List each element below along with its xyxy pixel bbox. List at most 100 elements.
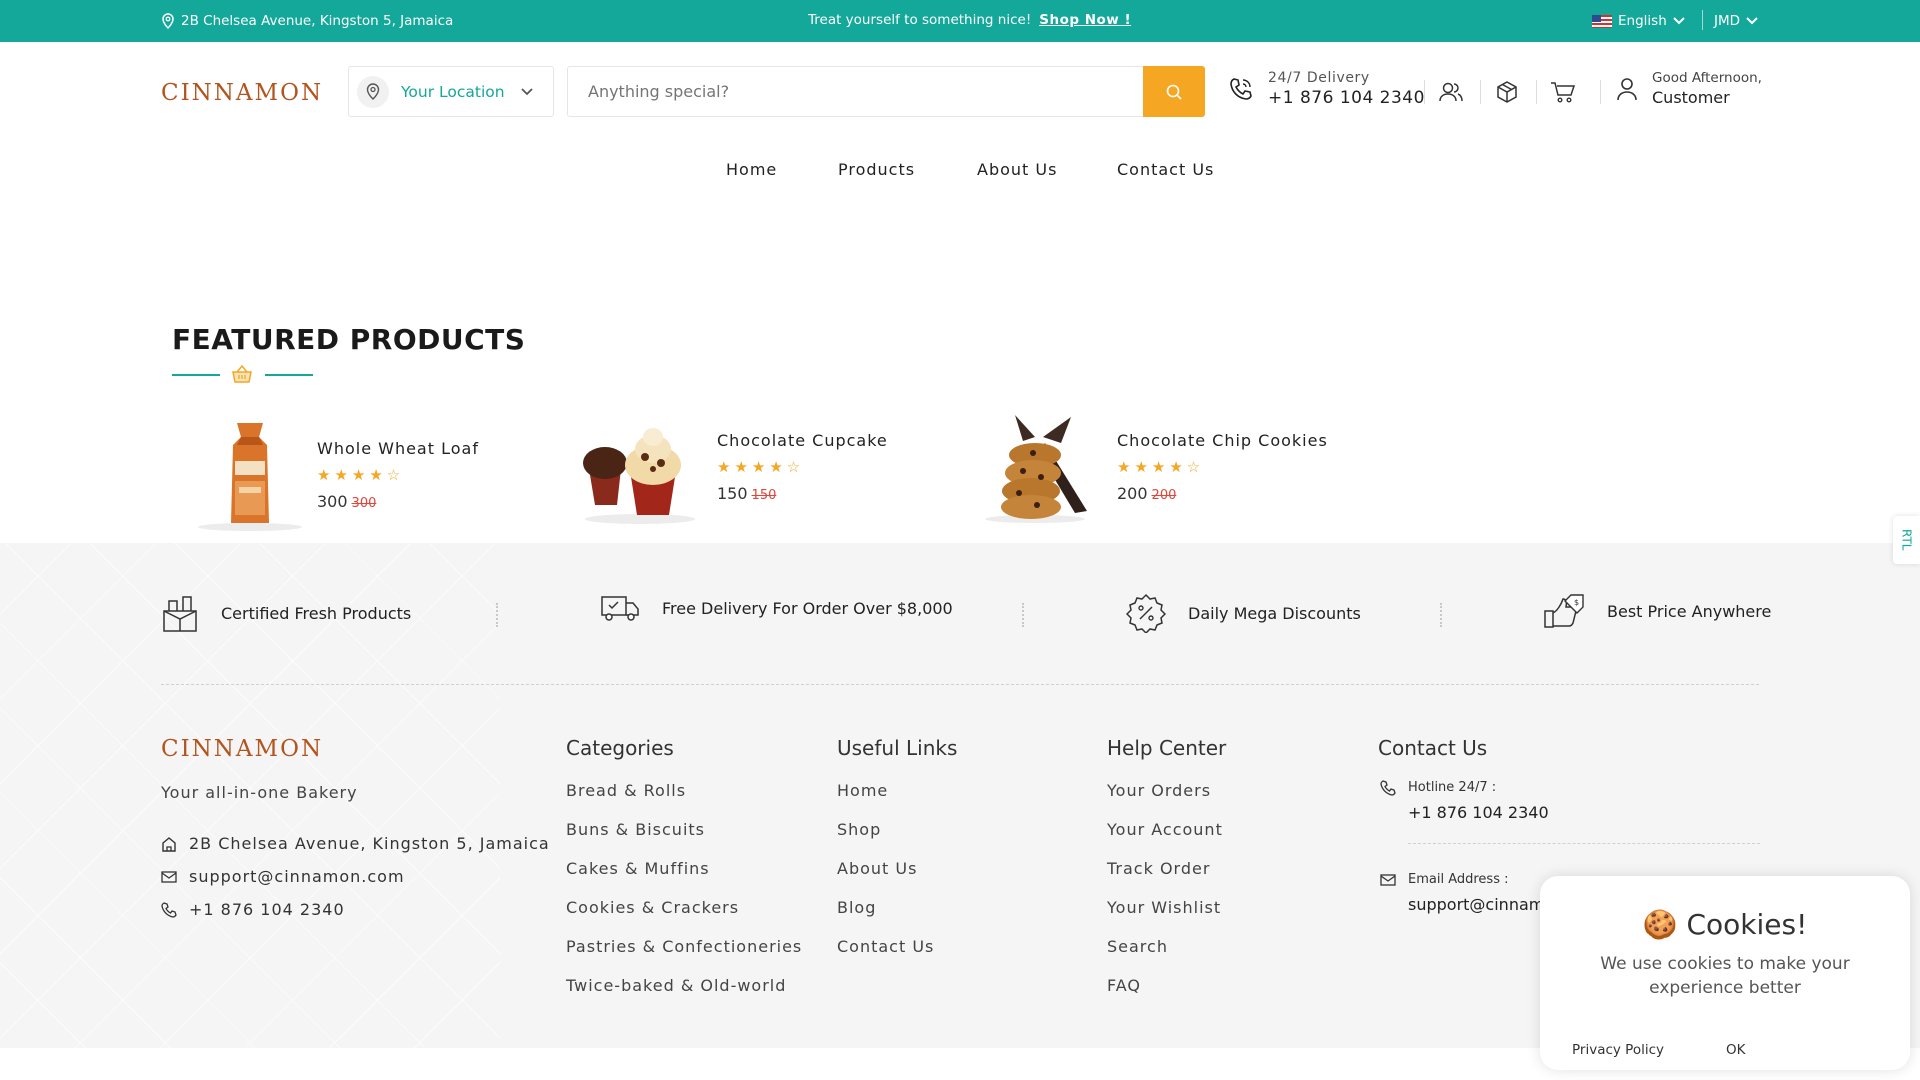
price-old: 200: [1151, 488, 1177, 503]
product-image-cookies[interactable]: [975, 407, 1105, 527]
top-address-text: 2B Chelsea Avenue, Kingston 5, Jamaica: [181, 13, 454, 29]
help-link[interactable]: FAQ: [1107, 976, 1141, 995]
topbar-divider: [1702, 10, 1703, 30]
footer-address-text: 2B Chelsea Avenue, Kingston 5, Jamaica: [189, 834, 550, 853]
feature-label: Certified Fresh Products: [221, 603, 412, 623]
footer-email[interactable]: support@cinnamon.com: [161, 867, 405, 886]
product-card[interactable]: Chocolate Cupcake ★★★★☆ 150 150: [575, 407, 888, 527]
product-name[interactable]: Chocolate Cupcake: [717, 431, 888, 450]
mail-icon: [161, 870, 177, 883]
box-icon[interactable]: [1493, 78, 1521, 106]
product-name[interactable]: Chocolate Chip Cookies: [1117, 431, 1328, 450]
feature-item: $ Best Price Anywhere: [1543, 593, 1771, 629]
useful-link[interactable]: Home: [837, 781, 888, 800]
phone-icon: [1230, 78, 1252, 100]
search-box: [567, 66, 1144, 117]
title-underline: [265, 374, 313, 376]
help-link[interactable]: Search: [1107, 937, 1168, 956]
rtl-toggle[interactable]: RTL: [1893, 516, 1920, 564]
currency-selector[interactable]: JMD: [1714, 13, 1758, 29]
search-button[interactable]: [1143, 66, 1205, 117]
categories-title: Categories: [566, 736, 674, 760]
delivery-info[interactable]: 24/7 Delivery +1 876 104 2340: [1228, 70, 1425, 108]
language-label: English: [1618, 13, 1667, 29]
chevron-down-icon: [520, 87, 533, 95]
product-card[interactable]: Whole Wheat Loaf ★★★★☆ 300 300: [175, 415, 479, 535]
price-old: 150: [751, 488, 777, 503]
promo-text: Treat yourself to something nice!: [808, 12, 1032, 28]
rtl-label: RTL: [1899, 529, 1914, 551]
footer-email-text: support@cinnamon.com: [189, 867, 405, 886]
price-tag-icon: $: [1544, 594, 1584, 628]
help-center-title: Help Center: [1107, 736, 1227, 760]
footer-phone-text: +1 876 104 2340: [189, 900, 345, 919]
product-name[interactable]: Whole Wheat Loaf: [317, 439, 479, 458]
product-card[interactable]: Chocolate Chip Cookies ★★★★☆ 200 200: [975, 407, 1328, 527]
nav-about-us[interactable]: About Us: [977, 160, 1057, 179]
location-label: Your Location: [401, 82, 505, 101]
location-selector[interactable]: Your Location: [348, 66, 554, 117]
language-selector[interactable]: English: [1592, 13, 1685, 29]
help-link[interactable]: Track Order: [1107, 859, 1210, 878]
truck-icon: [601, 596, 639, 621]
product-price: 200 200: [1117, 484, 1328, 503]
footer-divider: [161, 684, 1759, 685]
feature-label: Free Delivery For Order Over $8,000: [662, 598, 953, 618]
hotline-number[interactable]: +1 876 104 2340: [1408, 803, 1549, 822]
category-link[interactable]: Cookies & Crackers: [566, 898, 739, 917]
header-divider: [1536, 80, 1537, 104]
footer-phone[interactable]: +1 876 104 2340: [161, 900, 345, 919]
search-input[interactable]: [568, 67, 1143, 116]
category-link[interactable]: Bread & Rolls: [566, 781, 686, 800]
help-link[interactable]: Your Orders: [1107, 781, 1211, 800]
shop-now-link[interactable]: Shop Now !: [1039, 12, 1131, 28]
hotline-label: Hotline 24/7 :: [1408, 780, 1497, 795]
header-divider: [1480, 80, 1481, 104]
feature-divider: [1022, 603, 1024, 627]
nav-products[interactable]: Products: [838, 160, 915, 179]
delivery-phone: +1 876 104 2340: [1268, 88, 1425, 108]
category-link[interactable]: Pastries & Confectioneries: [566, 937, 802, 956]
useful-links-title: Useful Links: [837, 736, 958, 760]
chevron-down-icon: [1746, 17, 1758, 25]
users-icon[interactable]: [1437, 78, 1465, 106]
account-greeting[interactable]: Good Afternoon, Customer: [1616, 70, 1762, 107]
price-old: 300: [351, 496, 377, 511]
product-price: 150 150: [717, 484, 888, 503]
useful-link[interactable]: Blog: [837, 898, 876, 917]
cookie-title: 🍪 Cookies!: [1642, 908, 1808, 941]
help-link[interactable]: Your Wishlist: [1107, 898, 1221, 917]
top-bar: 2B Chelsea Avenue, Kingston 5, Jamaica T…: [0, 0, 1920, 42]
basket-icon: [232, 364, 252, 383]
product-image-cupcake[interactable]: [575, 407, 705, 527]
nav-contact-us[interactable]: Contact Us: [1117, 160, 1214, 179]
useful-link[interactable]: Contact Us: [837, 937, 934, 956]
currency-label: JMD: [1714, 13, 1741, 29]
feature-divider: [496, 603, 498, 627]
footer-logo[interactable]: CINNAMON: [161, 736, 323, 762]
category-link[interactable]: Cakes & Muffins: [566, 859, 710, 878]
phone-icon: [1380, 780, 1396, 796]
greeting-text: Good Afternoon,: [1652, 70, 1762, 86]
nav-home[interactable]: Home: [726, 160, 777, 179]
help-link[interactable]: Your Account: [1107, 820, 1223, 839]
mail-icon: [1380, 874, 1396, 886]
category-link[interactable]: Twice-baked & Old-world: [566, 976, 786, 995]
rating-stars: ★★★★☆: [1117, 459, 1205, 476]
product-image-bread[interactable]: [175, 415, 305, 535]
price-current: 150: [717, 484, 748, 503]
footer-tagline: Your all-in-one Bakery: [161, 783, 358, 802]
promo: Treat yourself to something nice! Shop N…: [808, 12, 1131, 28]
feature-item: Free Delivery For Order Over $8,000: [600, 593, 953, 623]
useful-link[interactable]: About Us: [837, 859, 917, 878]
cookie-ok-button[interactable]: OK: [1726, 1042, 1745, 1058]
header-logo[interactable]: CINNAMON: [161, 80, 323, 106]
cart-icon[interactable]: [1549, 78, 1577, 106]
category-link[interactable]: Buns & Biscuits: [566, 820, 705, 839]
footer-address: 2B Chelsea Avenue, Kingston 5, Jamaica: [161, 834, 550, 853]
contact-divider: [1408, 843, 1760, 844]
us-flag-icon: [1592, 14, 1612, 28]
feature-divider: [1440, 603, 1442, 627]
useful-link[interactable]: Shop: [837, 820, 881, 839]
privacy-policy-link[interactable]: Privacy Policy: [1572, 1042, 1664, 1058]
